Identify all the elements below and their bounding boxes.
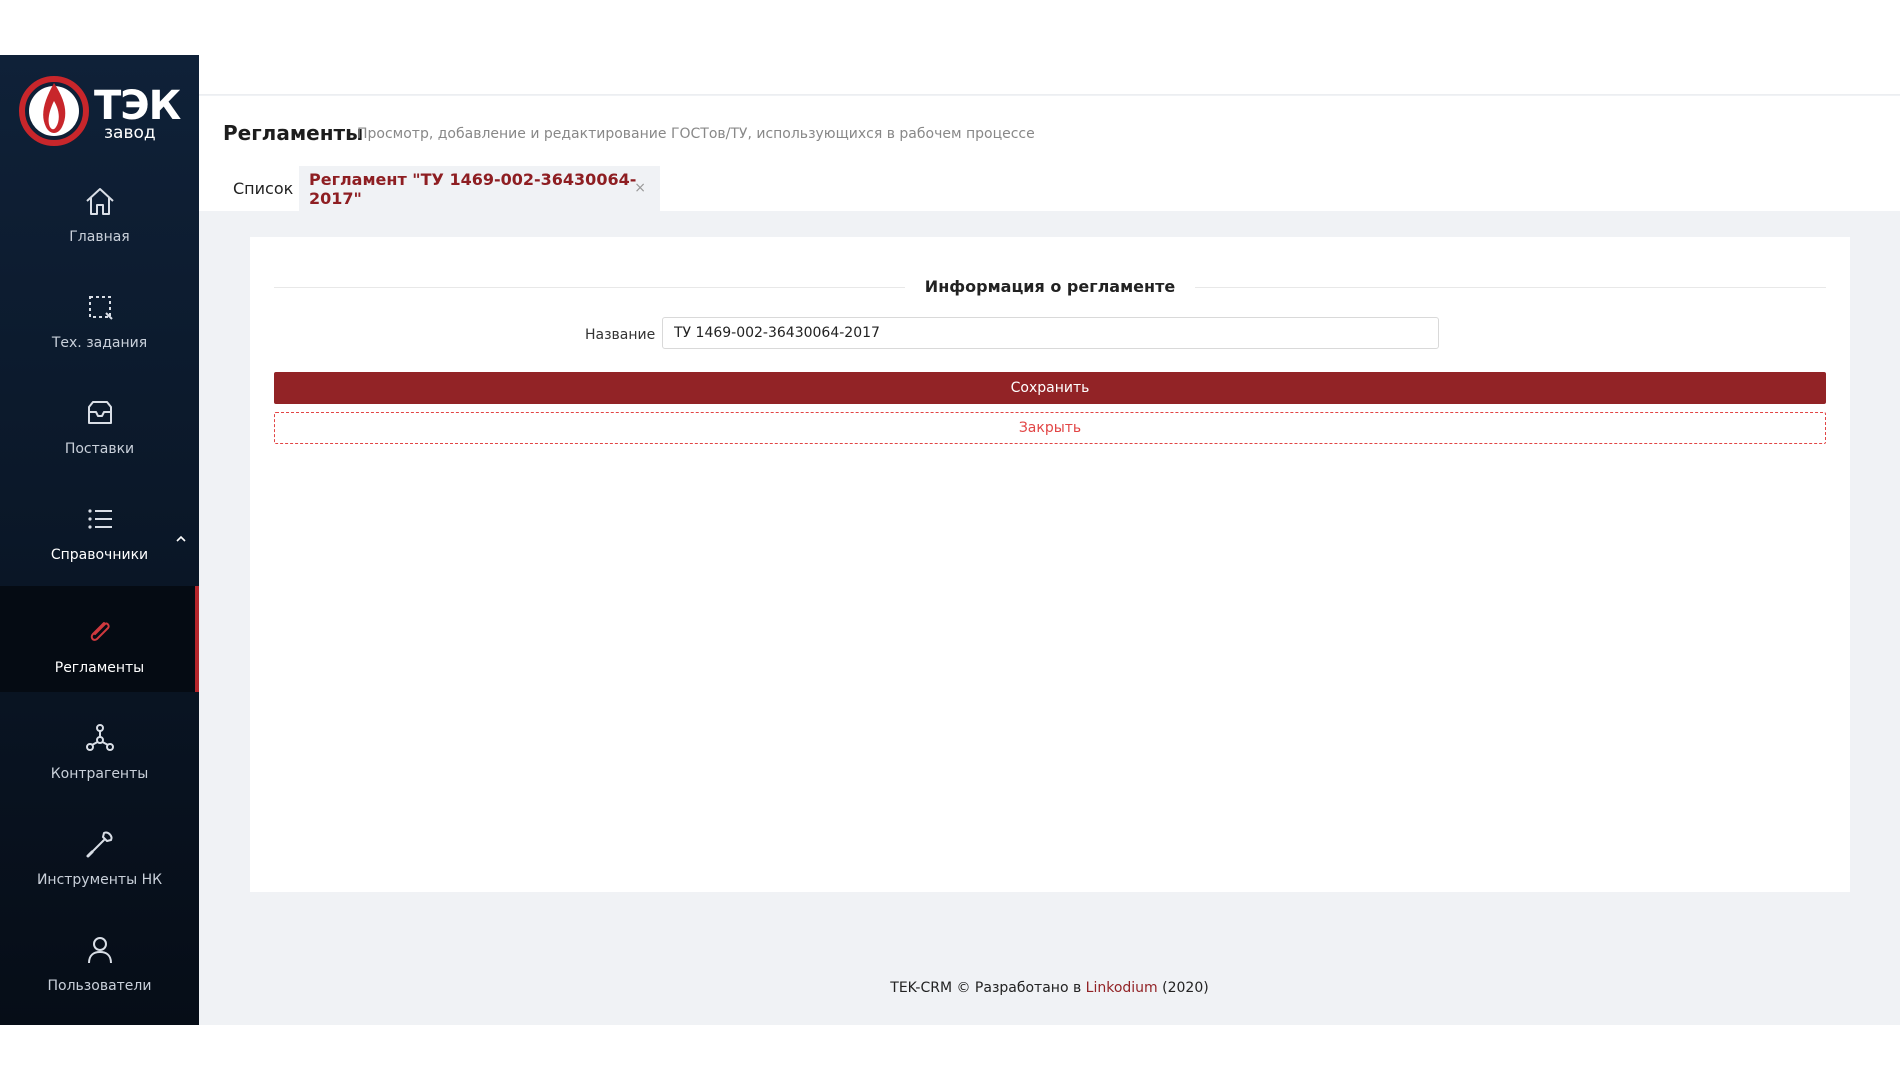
brand-logo[interactable]: ТЭК завод: [18, 75, 183, 147]
sidebar-item-label: Инструменты НК: [36, 872, 163, 888]
flame-logo-icon: [19, 76, 89, 146]
page-title: Регламенты: [223, 121, 364, 145]
tab-list[interactable]: Список: [233, 166, 293, 211]
tab-label: Список: [233, 179, 294, 198]
name-input[interactable]: [662, 317, 1439, 349]
section-title: Информация о регламенте: [250, 277, 1850, 296]
name-label: Название: [585, 327, 656, 343]
sidebar: ТЭК завод Главная Тех. задания Поставки: [0, 55, 199, 1025]
tool-icon: [86, 831, 113, 858]
sidebar-item-users[interactable]: Пользователи: [0, 904, 199, 1010]
sidebar-item-contractors[interactable]: Контрагенты: [0, 692, 199, 798]
sidebar-item-label: Тех. задания: [51, 335, 148, 351]
save-button[interactable]: Сохранить: [274, 372, 1826, 404]
page-header: Регламенты Просмотр, добавление и редакт…: [199, 96, 1900, 211]
tab-label: Регламент "ТУ 1469-002-36430064-2017": [309, 169, 637, 208]
inbox-icon: [88, 401, 112, 424]
app-frame: ТЭК завод Главная Тех. задания Поставки: [0, 55, 1900, 1025]
chevron-up-icon: [176, 535, 186, 542]
sidebar-item-nk-tools[interactable]: Инструменты НК: [0, 798, 199, 904]
close-button[interactable]: Закрыть: [274, 412, 1826, 444]
sidebar-item-label: Контрагенты: [50, 766, 149, 782]
sidebar-item-home[interactable]: Главная: [0, 155, 199, 261]
footer-prefix: TEK-CRM © Разработано в: [890, 980, 1082, 996]
sidebar-item-label: Справочники: [50, 547, 149, 563]
sidebar-item-tech-tasks[interactable]: Тех. задания: [0, 261, 199, 367]
deployment-icon: [86, 724, 114, 751]
home-icon: [86, 188, 114, 215]
paperclip-icon: [90, 622, 110, 641]
sidebar-item-label: Поставки: [64, 441, 135, 457]
sidebar-item-deliveries[interactable]: Поставки: [0, 367, 199, 473]
section-title-text: Информация о регламенте: [904, 277, 1196, 296]
sidebar-item-label: Главная: [69, 229, 130, 245]
crop-icon: [89, 296, 113, 320]
footer-suffix: (2020): [1162, 980, 1209, 996]
regulation-form-card: Информация о регламенте Название Сохрани…: [250, 237, 1850, 892]
list-icon: [88, 509, 112, 529]
page-subtitle: Просмотр, добавление и редактирование ГО…: [357, 126, 1035, 142]
sidebar-item-label: Пользователи: [47, 978, 152, 994]
footer-link[interactable]: Linkodium: [1086, 980, 1158, 996]
sidebar-item-regulations[interactable]: Регламенты: [0, 586, 199, 692]
sidebar-item-label: Регламенты: [54, 660, 145, 676]
top-bar: admin: [199, 55, 1900, 95]
sidebar-item-references[interactable]: Справочники: [0, 473, 199, 579]
user-icon: [88, 937, 112, 964]
tab-regulation-detail[interactable]: Регламент "ТУ 1469-002-36430064-2017" ×: [299, 166, 660, 211]
footer: TEK-CRM © Разработано в Linkodium (2020): [199, 980, 1900, 996]
close-icon[interactable]: ×: [634, 180, 646, 196]
brand-subtitle: завод: [104, 123, 156, 143]
